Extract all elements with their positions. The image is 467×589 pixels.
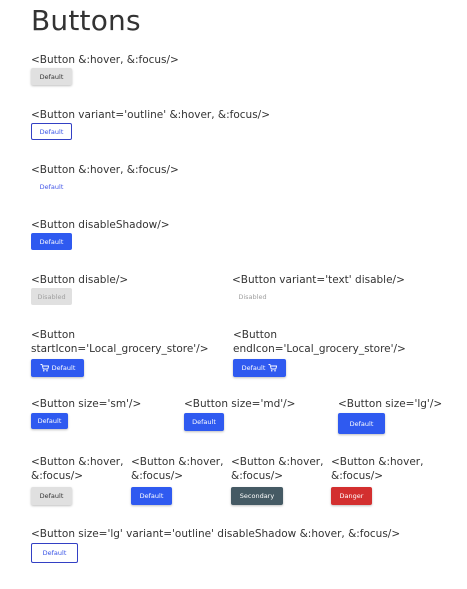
disabled-button: Disabled [31, 288, 72, 305]
section-label: <Button disable/> [31, 274, 129, 286]
color-secondary-button[interactable]: Secondary [231, 487, 283, 505]
button-label: Default [51, 364, 76, 372]
text-disabled-button: Disabled [232, 288, 273, 305]
color-danger-button[interactable]: Danger [331, 487, 372, 505]
section-label: <Button size='lg'/> [338, 398, 443, 410]
section-label: <Button variant='outline' &:hover, &:foc… [31, 109, 270, 121]
button-label: Default [241, 364, 266, 372]
small-button[interactable]: Default [31, 413, 68, 429]
section-label: <Button &:hover, &:focus/> [31, 164, 179, 176]
default-button[interactable]: Default [31, 68, 72, 85]
large-button[interactable]: Default [338, 413, 385, 434]
large-outline-button[interactable]: Default [31, 543, 78, 563]
color-default-button[interactable]: Default [31, 487, 72, 505]
section-label: <Button &:hover, &:focus/> [131, 456, 224, 482]
section-label: <Button &:hover, &:focus/> [31, 456, 124, 482]
section-label: <Button startIcon='Local_grocery_store'/… [31, 329, 209, 355]
text-button[interactable]: Default [31, 178, 72, 195]
start-icon-button[interactable]: Default [31, 359, 84, 377]
section-label: <Button disableShadow/> [31, 219, 170, 231]
section-label: <Button variant='text' disable/> [232, 274, 405, 286]
cart-icon [40, 364, 49, 372]
medium-button[interactable]: Default [184, 413, 224, 431]
section-label: <Button &:hover, &:focus/> [331, 456, 424, 482]
section-label: <Button &:hover, &:focus/> [31, 54, 179, 66]
section-label: <Button size='lg' variant='outline' disa… [31, 528, 401, 540]
outline-button[interactable]: Default [31, 123, 72, 140]
cart-icon [268, 364, 278, 372]
color-primary-button[interactable]: Default [131, 487, 172, 505]
end-icon-button[interactable]: Default [233, 359, 286, 377]
section-label: <Button size='md'/> [184, 398, 296, 410]
page-title: Buttons [31, 4, 141, 37]
section-label: <Button &:hover, &:focus/> [231, 456, 324, 482]
disable-shadow-button[interactable]: Default [31, 233, 72, 250]
section-label: <Button size='sm'/> [31, 398, 142, 410]
section-label: <Button endIcon='Local_grocery_store'/> [233, 329, 406, 355]
